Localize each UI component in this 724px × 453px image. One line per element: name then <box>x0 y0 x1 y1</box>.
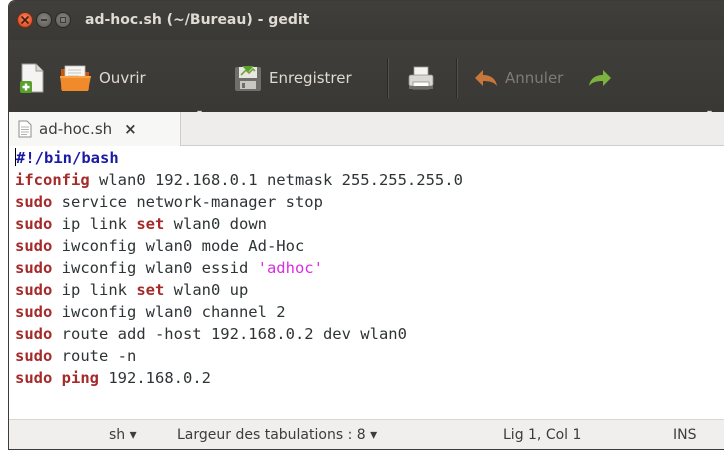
new-document-button[interactable] <box>19 54 47 102</box>
code-line[interactable]: sudo route -n <box>9 345 724 367</box>
code-line[interactable]: sudo service network-manager stop <box>9 191 724 213</box>
status-bar: sh ▾ Largeur des tabulations : 8 ▾ Lig 1… <box>9 419 724 449</box>
code-line[interactable]: sudo iwconfig wlan0 channel 2 <box>9 301 724 323</box>
cursor-position: Lig 1, Col 1 <box>503 427 582 443</box>
code-keyword: set <box>136 215 165 233</box>
code-keyword: sudo <box>15 193 53 211</box>
code-string: 'adhoc' <box>257 259 323 277</box>
close-tab-button[interactable]: × <box>124 120 137 138</box>
document-tabs: ad-hoc.sh × <box>9 112 724 146</box>
code-text: iwconfig wlan0 mode Ad-Hoc <box>52 237 305 255</box>
code-text: route add -host 192.168.0.2 dev wlan0 <box>52 325 407 343</box>
new-document-icon <box>20 63 44 93</box>
code-line[interactable]: ifconfig wlan0 192.168.0.1 netmask 255.2… <box>9 169 724 191</box>
insert-mode-indicator[interactable]: INS <box>673 420 697 449</box>
code-text: wlan0 down <box>164 215 267 233</box>
code-line[interactable]: sudo route add -host 192.168.0.2 dev wla… <box>9 323 724 345</box>
code-text: 192.168.0.2 <box>99 369 211 387</box>
language-selector[interactable]: sh ▾ <box>109 420 137 449</box>
open-button[interactable]: Ouvrir <box>59 54 146 102</box>
text-document-icon <box>18 120 32 138</box>
toolbar-separator <box>456 58 457 98</box>
code-keyword: sudo <box>15 369 53 387</box>
code-keyword: sudo <box>15 259 53 277</box>
code-keyword: ifconfig <box>15 171 90 189</box>
redo-icon <box>589 70 611 86</box>
undo-icon <box>475 70 497 86</box>
minimize-window-button[interactable] <box>36 12 52 28</box>
close-icon <box>21 16 29 24</box>
code-text: service network-manager stop <box>52 193 323 211</box>
code-keyword: set <box>136 281 165 299</box>
redo-button[interactable] <box>587 54 613 102</box>
code-keyword: ping <box>61 369 99 387</box>
tab-ad-hoc-sh[interactable]: ad-hoc.sh × <box>9 112 181 146</box>
undo-button[interactable]: Annuler <box>473 54 563 102</box>
toolbar: Ouvrir ▾ Enregistrer <box>9 40 724 119</box>
code-line[interactable]: sudo ip link set wlan0 down <box>9 213 724 235</box>
toolbar-separator <box>387 58 388 98</box>
code-text: iwconfig wlan0 essid <box>52 259 258 277</box>
printer-icon <box>408 66 434 90</box>
code-keyword: sudo <box>15 281 53 299</box>
code-text: wlan0 192.168.0.1 netmask 255.255.255.0 <box>89 171 463 189</box>
code-text: route -n <box>52 347 137 365</box>
code-keyword: sudo <box>15 215 53 233</box>
save-button[interactable]: Enregistrer <box>233 54 352 102</box>
text-editor[interactable]: #!/bin/bash ifconfig wlan0 192.168.0.1 ne… <box>9 146 724 419</box>
print-button[interactable] <box>407 54 435 102</box>
save-icon <box>235 66 261 91</box>
save-label: Enregistrer <box>269 69 352 87</box>
code-line[interactable]: sudo ping 192.168.0.2 <box>9 367 724 389</box>
code-keyword: sudo <box>15 303 53 321</box>
folder-open-icon <box>60 65 91 91</box>
window-title: ad-hoc.sh (~/Bureau) - gedit <box>85 12 310 28</box>
gedit-window: ad-hoc.sh (~/Bureau) - gedit Ouvrir ▾ <box>8 0 724 450</box>
undo-label: Annuler <box>505 69 564 87</box>
close-window-button[interactable] <box>17 12 33 28</box>
code-line[interactable]: sudo ip link set wlan0 up <box>9 279 724 301</box>
code-keyword: sudo <box>15 347 53 365</box>
maximize-window-button[interactable] <box>55 12 71 28</box>
code-shebang: #!/bin/bash <box>16 149 119 167</box>
code-line[interactable]: sudo iwconfig wlan0 essid 'adhoc' <box>9 257 724 279</box>
code-text: wlan0 up <box>164 281 249 299</box>
code-text: iwconfig wlan0 channel 2 <box>52 303 286 321</box>
open-label: Ouvrir <box>99 69 146 87</box>
tab-width-selector[interactable]: Largeur des tabulations : 8 ▾ <box>177 420 377 449</box>
code-keyword: sudo <box>15 325 53 343</box>
code-text: ip link <box>52 281 137 299</box>
code-text: ip link <box>52 215 137 233</box>
code-line[interactable]: sudo iwconfig wlan0 mode Ad-Hoc <box>9 235 724 257</box>
code-keyword: sudo <box>15 237 53 255</box>
tab-label: ad-hoc.sh <box>39 120 113 138</box>
title-bar[interactable]: ad-hoc.sh (~/Bureau) - gedit <box>9 1 724 40</box>
code-line[interactable]: #!/bin/bash <box>9 147 724 169</box>
